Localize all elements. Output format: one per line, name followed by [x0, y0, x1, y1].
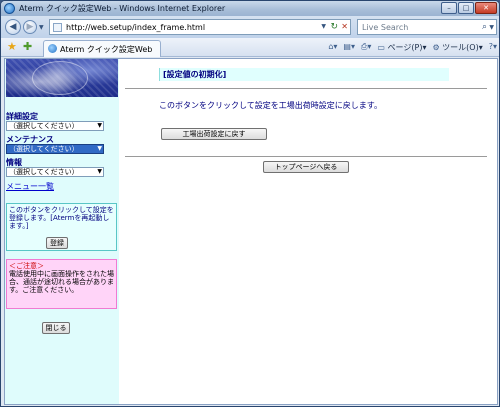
page-icon	[53, 23, 62, 32]
ie-logo-icon	[4, 3, 15, 14]
select-value: （選択してください）	[9, 122, 79, 130]
tools-menu-label: ツール(O)	[442, 43, 479, 52]
page-icon: ▭	[377, 43, 385, 52]
help-icon[interactable]: ?▾	[489, 42, 497, 53]
tools-menu[interactable]: ⚙ ツール(O)▾	[432, 42, 482, 53]
divider-top	[125, 88, 487, 89]
tab-ie-icon	[48, 44, 57, 53]
chevron-down-icon: ▼	[97, 168, 102, 175]
search-placeholder[interactable]: Live Search	[362, 23, 408, 32]
close-button[interactable]: 閉じる	[42, 322, 70, 334]
sidebar-group-advanced: 詳細設定 （選択してください） ▼	[6, 112, 118, 131]
window-title: Aterm クイック設定Web - Windows Internet Explo…	[19, 4, 226, 13]
aterm-banner-image	[6, 59, 118, 97]
window-controls: – □ ✕	[441, 2, 497, 14]
feeds-icon[interactable]: ▤▾	[343, 42, 355, 53]
sidebar-label-maintenance: メンテナンス	[6, 135, 54, 144]
advanced-settings-select[interactable]: （選択してください） ▼	[6, 121, 104, 131]
address-dropdown-icon[interactable]: ▼	[321, 23, 326, 30]
address-bar[interactable]: http://web.setup/index_frame.html ▼ ↻ ✕	[49, 19, 351, 35]
search-box[interactable]: Live Search ⌕ ▼	[357, 19, 497, 35]
divider-bottom	[125, 156, 487, 157]
sidebar-group-info: 情報 （選択してください） ▼	[6, 158, 118, 177]
globe-graphic	[32, 61, 88, 95]
sidebar-label-info: 情報	[6, 158, 22, 167]
chevron-down-icon: ▼	[97, 122, 102, 129]
back-to-top-page-button[interactable]: トップページへ戻る	[263, 161, 349, 173]
chevron-down-icon: ▼	[97, 145, 102, 152]
print-icon[interactable]: ⎙▾	[361, 42, 371, 53]
register-button[interactable]: 登録	[46, 237, 68, 249]
browser-window: Aterm クイック設定Web - Windows Internet Explo…	[0, 0, 500, 407]
tab-aterm[interactable]: Aterm クイック設定Web	[43, 40, 161, 57]
caution-box: ＜ご注意＞ 電話使用中に画面操作をされた場合、通話が途切れる場合があります。ご注…	[6, 259, 117, 309]
select-value: （選択してください）	[9, 168, 79, 176]
refresh-icon[interactable]: ↻	[330, 22, 338, 32]
command-bar: ★ ✚ Aterm クイック設定Web ⌂▾ ▤▾ ⎙▾ ▭ ページ(P)▾ ⚙…	[1, 38, 499, 57]
add-favorite-icon[interactable]: ✚	[23, 41, 32, 53]
navigation-bar: ◀ ▶ ▼ http://web.setup/index_frame.html …	[1, 16, 499, 38]
caution-title: ＜ご注意＞	[9, 262, 44, 270]
back-button[interactable]: ◀	[5, 19, 21, 35]
favorites-star-icon[interactable]: ★	[7, 41, 17, 53]
sidebar: 詳細設定 （選択してください） ▼ メンテナンス （選択してください） ▼ 情報…	[5, 59, 119, 404]
forward-button[interactable]: ▶	[23, 20, 37, 34]
home-icon[interactable]: ⌂▾	[328, 42, 337, 53]
factory-reset-button[interactable]: 工場出荷設定に戻す	[161, 128, 267, 140]
register-info-box: このボタンをクリックして設定を登録します。[Atermを再起動します。] 登録	[6, 203, 117, 251]
select-value: （選択してください）	[9, 145, 79, 153]
gear-icon: ⚙	[432, 43, 440, 52]
register-info-text: このボタンをクリックして設定を登録します。[Atermを再起動します。]	[9, 206, 114, 230]
search-icon[interactable]: ⌕	[482, 22, 487, 32]
maximize-button[interactable]: □	[458, 2, 474, 14]
page-content: 詳細設定 （選択してください） ▼ メンテナンス （選択してください） ▼ 情報…	[4, 58, 498, 405]
menu-list: メニュー一覧	[6, 181, 118, 192]
info-select[interactable]: （選択してください） ▼	[6, 167, 104, 177]
title-bar: Aterm クイック設定Web - Windows Internet Explo…	[1, 1, 499, 16]
address-url[interactable]: http://web.setup/index_frame.html	[66, 23, 205, 32]
tab-label: Aterm クイック設定Web	[60, 45, 153, 54]
minimize-button[interactable]: –	[441, 2, 457, 14]
page-menu[interactable]: ▭ ページ(P)▾	[377, 42, 426, 53]
maintenance-select[interactable]: （選択してください） ▼	[6, 144, 104, 154]
search-options-icon[interactable]: ▼	[489, 24, 494, 31]
page-title: [設定値の初期化]	[159, 68, 449, 81]
sidebar-label-advanced: 詳細設定	[6, 112, 38, 121]
main-panel: [設定値の初期化] このボタンをクリックして設定を工場出荷時設定に戻します。 工…	[119, 59, 497, 404]
history-dropdown-icon[interactable]: ▼	[39, 24, 44, 31]
sidebar-group-maintenance: メンテナンス （選択してください） ▼	[6, 135, 118, 154]
menu-list-link[interactable]: メニュー一覧	[6, 182, 54, 191]
command-tools: ⌂▾ ▤▾ ⎙▾ ▭ ページ(P)▾ ⚙ ツール(O)▾ ?▾	[328, 42, 497, 53]
reset-description: このボタンをクリックして設定を工場出荷時設定に戻します。	[159, 101, 382, 110]
page-menu-label: ページ(P)	[387, 43, 423, 52]
stop-icon[interactable]: ✕	[341, 22, 348, 31]
close-window-button[interactable]: ✕	[475, 2, 497, 14]
caution-text: 電話使用中に画面操作をされた場合、通話が途切れる場合があります。ご注意ください。	[9, 270, 114, 294]
